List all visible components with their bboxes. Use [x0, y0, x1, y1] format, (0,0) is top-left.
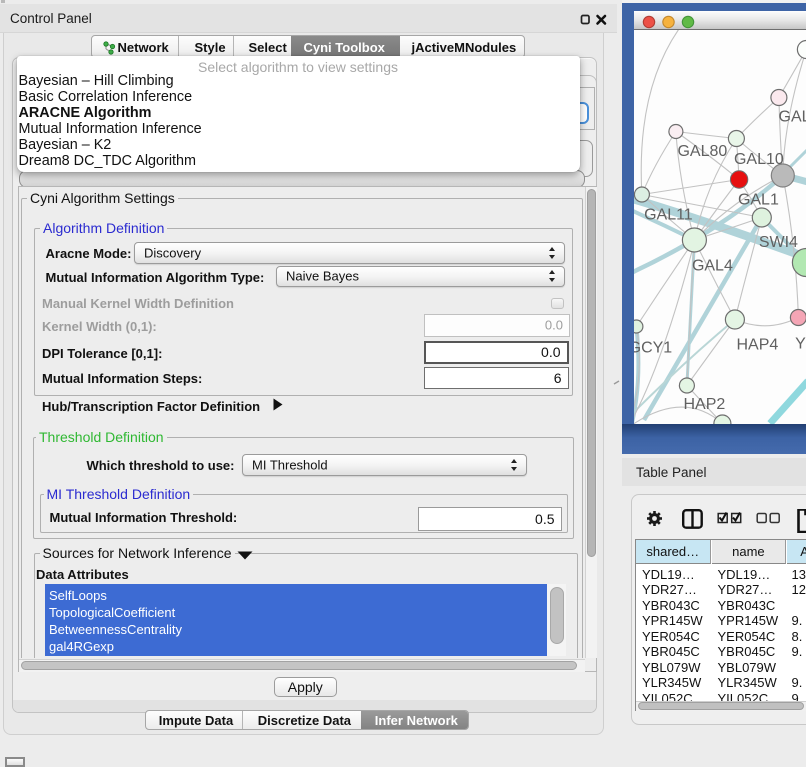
svg-text:GAL80: GAL80	[677, 143, 727, 160]
svg-text:GAL4: GAL4	[691, 258, 732, 275]
svg-text:GAL7: GAL7	[778, 109, 806, 126]
svg-text:SWI4: SWI4	[758, 234, 797, 251]
svg-text:GAL1: GAL1	[737, 192, 778, 209]
svg-text:HAP4: HAP4	[736, 337, 778, 354]
svg-text:GCY1: GCY1	[634, 340, 672, 357]
svg-text:Y: Y	[795, 336, 806, 353]
svg-text:GAL11: GAL11	[644, 207, 693, 224]
svg-text:GAL10: GAL10	[733, 151, 783, 168]
svg-text:HAP2: HAP2	[683, 396, 725, 413]
